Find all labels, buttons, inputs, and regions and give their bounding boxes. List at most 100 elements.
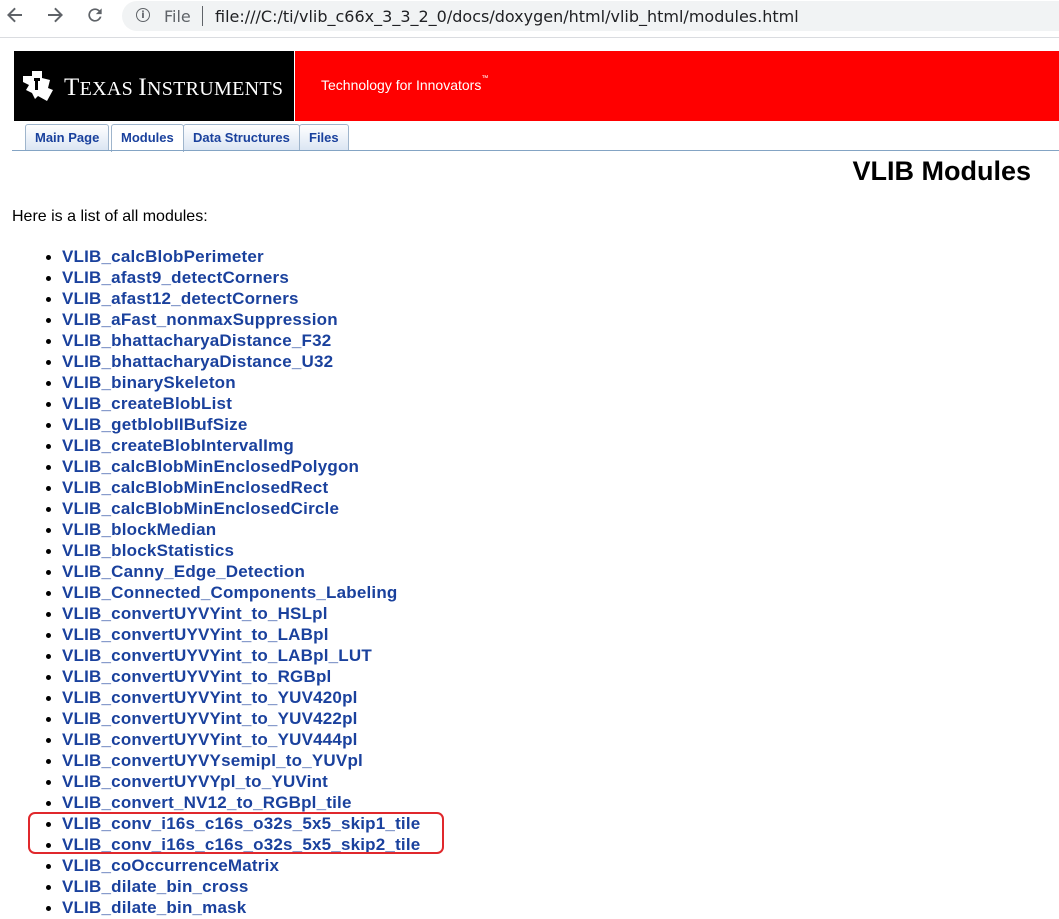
bullet-icon xyxy=(46,423,51,428)
list-item: VLIB_Canny_Edge_Detection xyxy=(36,561,420,582)
bullet-icon xyxy=(46,402,51,407)
list-item: VLIB_convertUYVYint_to_LABpl_LUT xyxy=(36,645,420,666)
module-link[interactable]: VLIB_calcBlobMinEnclosedPolygon xyxy=(62,457,359,476)
list-item: VLIB_Connected_Components_Labeling xyxy=(36,582,420,603)
module-link[interactable]: VLIB_Connected_Components_Labeling xyxy=(62,583,398,602)
bullet-icon xyxy=(46,591,51,596)
list-item: VLIB_createBlobList xyxy=(36,393,420,414)
list-item: VLIB_convertUYVYpl_to_YUVint xyxy=(36,771,420,792)
back-arrow-icon[interactable] xyxy=(3,3,27,27)
module-list: VLIB_calcBlobPerimeter VLIB_afast9_detect… xyxy=(36,246,420,918)
module-link[interactable]: VLIB_convert_NV12_to_RGBpl_tile xyxy=(62,793,352,812)
module-link[interactable]: VLIB_blockStatistics xyxy=(62,541,234,560)
module-link[interactable]: VLIB_convertUYVYint_to_YUV444pl xyxy=(62,730,358,749)
module-link[interactable]: VLIB_convertUYVYint_to_LABpl xyxy=(62,625,329,644)
module-link[interactable]: VLIB_calcBlobMinEnclosedRect xyxy=(62,478,328,497)
list-item: VLIB_convertUYVYint_to_HSLpl xyxy=(36,603,420,624)
bullet-icon xyxy=(46,906,51,911)
module-link[interactable]: VLIB_coOccurrenceMatrix xyxy=(62,856,279,875)
bullet-icon xyxy=(46,675,51,680)
module-link[interactable]: VLIB_binarySkeleton xyxy=(62,373,236,392)
tagline: Technology for Innovators™ xyxy=(321,75,489,93)
list-item: VLIB_convertUYVYint_to_YUV444pl xyxy=(36,729,420,750)
list-item: VLIB_calcBlobMinEnclosedCircle xyxy=(36,498,420,519)
list-item: VLIB_binarySkeleton xyxy=(36,372,420,393)
toolbar-divider xyxy=(0,37,1059,38)
module-link[interactable]: VLIB_createBlobIntervalImg xyxy=(62,436,294,455)
module-link[interactable]: VLIB_createBlobList xyxy=(62,394,232,413)
module-link[interactable]: VLIB_afast12_detectCorners xyxy=(62,289,299,308)
list-item: VLIB_dilate_bin_cross xyxy=(36,876,420,897)
ti-logo-panel[interactable]: TEXAS INSTRUMENTS xyxy=(14,51,294,121)
list-item: VLIB_calcBlobMinEnclosedPolygon xyxy=(36,456,420,477)
list-item: VLIB_afast9_detectCorners xyxy=(36,267,420,288)
module-link[interactable]: VLIB_blockMedian xyxy=(62,520,216,539)
address-separator xyxy=(202,6,203,26)
bullet-icon xyxy=(46,255,51,260)
page-title: VLIB Modules xyxy=(852,156,1031,186)
module-link[interactable]: VLIB_convertUYVYpl_to_YUVint xyxy=(62,772,328,791)
list-item: VLIB_convertUYVYint_to_YUV422pl xyxy=(36,708,420,729)
module-link[interactable]: VLIB_bhattacharyaDistance_F32 xyxy=(62,331,331,350)
module-link[interactable]: VLIB_convertUYVYint_to_YUV422pl xyxy=(62,709,358,728)
bullet-icon xyxy=(46,801,51,806)
bullet-icon xyxy=(46,843,51,848)
browser-toolbar: i File file:///C:/ti/vlib_c66x_3_3_2_0/d… xyxy=(0,0,1059,32)
module-link[interactable]: VLIB_dilate_bin_mask xyxy=(62,898,246,917)
ti-logo-text: TEXAS INSTRUMENTS xyxy=(64,74,284,101)
module-link[interactable]: VLIB_conv_i16s_c16s_o32s_5x5_skip2_tile xyxy=(62,835,420,854)
bullet-icon xyxy=(46,780,51,785)
list-item: VLIB_convertUYVYint_to_RGBpl xyxy=(36,666,420,687)
tab-main-page[interactable]: Main Page xyxy=(25,124,110,150)
list-item: VLIB_calcBlobPerimeter xyxy=(36,246,420,267)
module-link[interactable]: VLIB_convertUYVYint_to_RGBpl xyxy=(62,667,331,686)
forward-arrow-icon[interactable] xyxy=(43,3,67,27)
list-item: VLIB_blockMedian xyxy=(36,519,420,540)
bullet-icon xyxy=(46,885,51,890)
bullet-icon xyxy=(46,633,51,638)
module-link[interactable]: VLIB_afast9_detectCorners xyxy=(62,268,289,287)
ti-logo-icon xyxy=(20,68,56,109)
module-link[interactable]: VLIB_Canny_Edge_Detection xyxy=(62,562,305,581)
tab-files[interactable]: Files xyxy=(299,124,349,150)
tab-modules[interactable]: Modules xyxy=(111,124,184,152)
module-link[interactable]: VLIB_convertUYVYint_to_LABpl_LUT xyxy=(62,646,372,665)
module-link[interactable]: VLIB_calcBlobMinEnclosedCircle xyxy=(62,499,339,518)
bullet-icon xyxy=(46,570,51,575)
module-link[interactable]: VLIB_dilate_bin_cross xyxy=(62,877,249,896)
module-link[interactable]: VLIB_getblobIIBufSize xyxy=(62,415,248,434)
list-item: VLIB_convertUYVYint_to_LABpl xyxy=(36,624,420,645)
intro-text: Here is a list of all modules: xyxy=(12,208,208,225)
list-item: VLIB_convert_NV12_to_RGBpl_tile xyxy=(36,792,420,813)
list-item: VLIB_convertUYVYsemipl_to_YUVpl xyxy=(36,750,420,771)
bullet-icon xyxy=(46,549,51,554)
list-item: VLIB_conv_i16s_c16s_o32s_5x5_skip2_tile xyxy=(36,834,420,855)
module-link[interactable]: VLIB_convertUYVYint_to_HSLpl xyxy=(62,604,328,623)
url-text[interactable]: file:///C:/ti/vlib_c66x_3_3_2_0/docs/dox… xyxy=(215,7,799,26)
bullet-icon xyxy=(46,297,51,302)
reload-icon[interactable] xyxy=(83,3,107,27)
bullet-icon xyxy=(46,444,51,449)
bullet-icon xyxy=(46,822,51,827)
list-item: VLIB_conv_i16s_c16s_o32s_5x5_skip1_tile xyxy=(36,813,420,834)
bullet-icon xyxy=(46,654,51,659)
bullet-icon xyxy=(46,612,51,617)
list-item: VLIB_bhattacharyaDistance_U32 xyxy=(36,351,420,372)
module-link[interactable]: VLIB_bhattacharyaDistance_U32 xyxy=(62,352,333,371)
module-link[interactable]: VLIB_aFast_nonmaxSuppression xyxy=(62,310,338,329)
module-link[interactable]: VLIB_calcBlobPerimeter xyxy=(62,247,264,266)
tab-data-structures[interactable]: Data Structures xyxy=(183,124,300,150)
info-icon[interactable]: i xyxy=(136,8,150,22)
bullet-icon xyxy=(46,507,51,512)
module-link[interactable]: VLIB_convertUYVYint_to_YUV420pl xyxy=(62,688,358,707)
bullet-icon xyxy=(46,339,51,344)
list-item: VLIB_createBlobIntervalImg xyxy=(36,435,420,456)
list-item: VLIB_calcBlobMinEnclosedRect xyxy=(36,477,420,498)
scheme-label: File xyxy=(164,7,191,26)
list-item: VLIB_bhattacharyaDistance_F32 xyxy=(36,330,420,351)
list-item: VLIB_coOccurrenceMatrix xyxy=(36,855,420,876)
bullet-icon xyxy=(46,276,51,281)
module-link[interactable]: VLIB_conv_i16s_c16s_o32s_5x5_skip1_tile xyxy=(62,814,420,833)
address-bar[interactable]: i File file:///C:/ti/vlib_c66x_3_3_2_0/d… xyxy=(122,1,1059,31)
module-link[interactable]: VLIB_convertUYVYsemipl_to_YUVpl xyxy=(62,751,363,770)
